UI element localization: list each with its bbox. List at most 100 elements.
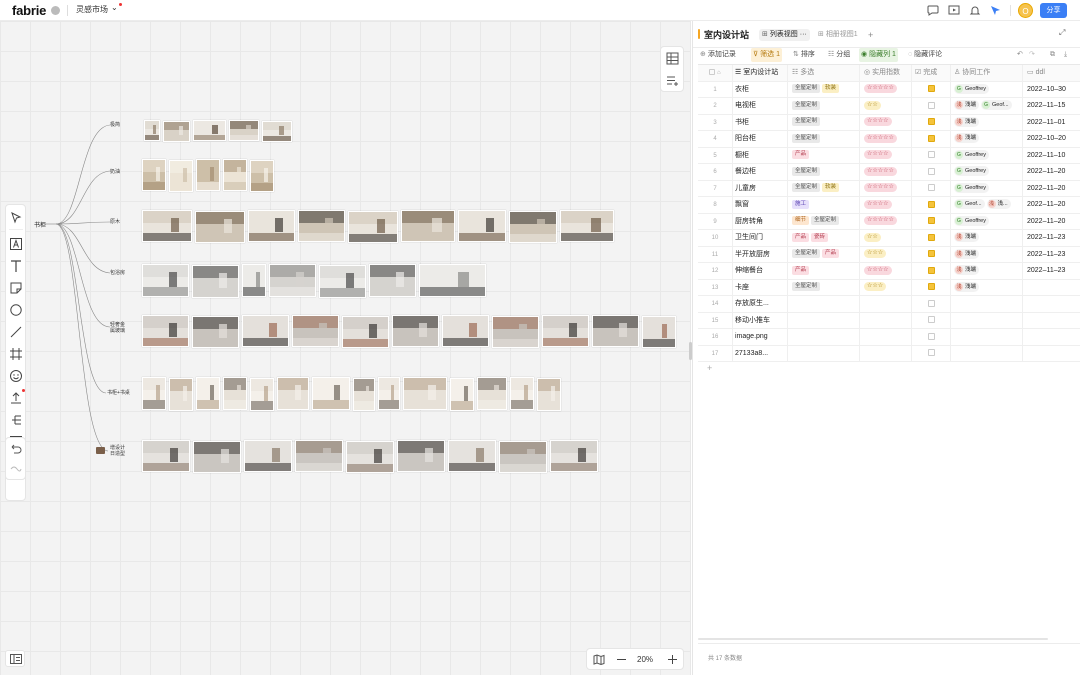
reference-image-thumbnail[interactable]: [378, 377, 400, 410]
reference-image-thumbnail[interactable]: [193, 441, 241, 473]
ddl-cell[interactable]: [1023, 346, 1080, 362]
rating-cell[interactable]: ☆☆☆☆☆: [860, 213, 912, 229]
collab-cell[interactable]: G Geoffrey: [951, 164, 1023, 180]
reference-image-thumbnail[interactable]: [277, 377, 309, 410]
reference-image-thumbnail[interactable]: [142, 159, 166, 191]
tags-cell[interactable]: 施工: [788, 197, 860, 213]
ddl-cell[interactable]: 2022–10–20: [1023, 131, 1080, 147]
group-button[interactable]: ☷ 分组: [826, 48, 852, 62]
done-checkbox[interactable]: [927, 332, 935, 340]
frame-icon[interactable]: [9, 347, 23, 361]
reference-image-thumbnail[interactable]: [392, 315, 439, 347]
sort-button[interactable]: ⇅ 排序: [791, 48, 817, 62]
done-checkbox[interactable]: [927, 283, 935, 291]
reference-image-thumbnail[interactable]: [229, 120, 259, 141]
record-name[interactable]: 伸缩餐台: [733, 263, 788, 279]
reference-image-thumbnail[interactable]: [242, 264, 266, 297]
reference-image-thumbnail[interactable]: [509, 211, 557, 243]
record-name[interactable]: 橱柜: [733, 147, 788, 163]
tags-cell[interactable]: 全屋定制 产品: [788, 246, 860, 262]
reference-image-thumbnail[interactable]: [477, 377, 507, 410]
ddl-cell[interactable]: 2022–11–20: [1023, 197, 1080, 213]
collab-cell[interactable]: 浅浅端: [951, 114, 1023, 130]
tags-cell[interactable]: [788, 312, 860, 328]
done-checkbox[interactable]: [927, 316, 935, 324]
col-header-rating[interactable]: ◎ 实用指数: [860, 65, 912, 81]
tags-cell[interactable]: [788, 296, 860, 312]
tags-cell[interactable]: 全屋定制: [788, 279, 860, 295]
rating-cell[interactable]: ☆☆☆☆: [860, 263, 912, 279]
line-icon[interactable]: [9, 325, 23, 339]
done-checkbox[interactable]: [927, 349, 935, 357]
reference-image-thumbnail[interactable]: [346, 441, 394, 473]
reference-image-thumbnail[interactable]: [292, 315, 339, 347]
bell-icon[interactable]: [969, 5, 981, 16]
rating-cell[interactable]: ☆☆☆☆: [860, 147, 912, 163]
table-row[interactable]: 3 书柜 全屋定制 ☆☆☆☆ 浅浅端 2022–11–01: [698, 114, 1080, 131]
add-view-button[interactable]: +: [865, 29, 876, 41]
ddl-cell[interactable]: [1023, 280, 1080, 296]
reference-image-thumbnail[interactable]: [250, 160, 274, 192]
reference-image-thumbnail[interactable]: [353, 378, 375, 411]
add-row-button[interactable]: +: [698, 362, 1080, 376]
expand-icon[interactable]: ⤢: [1059, 28, 1065, 38]
reference-image-thumbnail[interactable]: [169, 160, 193, 192]
reference-image-thumbnail[interactable]: [269, 264, 316, 297]
reference-image-thumbnail[interactable]: [592, 315, 639, 347]
cursor-share-icon[interactable]: [990, 5, 1002, 16]
reference-image-thumbnail[interactable]: [419, 264, 486, 297]
ddl-cell[interactable]: 2022–11–23: [1023, 230, 1080, 246]
reference-image-thumbnail[interactable]: [250, 378, 274, 411]
zoom-out-button[interactable]: [617, 659, 626, 660]
tags-cell[interactable]: 产品 瓷砖: [788, 230, 860, 246]
table-row[interactable]: 4 阳台柜 全屋定制 ☆☆☆☆☆ 浅浅端 2022–10–20: [698, 131, 1080, 148]
record-name[interactable]: 移动小推车: [733, 312, 788, 328]
chevron-down-icon[interactable]: ⌄: [111, 3, 118, 12]
reference-image-thumbnail[interactable]: [448, 440, 496, 472]
reference-image-thumbnail[interactable]: [537, 378, 561, 411]
download-icon[interactable]: ⤓: [1062, 48, 1069, 62]
circle-shape-icon[interactable]: [9, 303, 23, 317]
hidden-columns-button[interactable]: ◉ 隐藏列 1: [859, 48, 898, 62]
table-row[interactable]: 5 橱柜 产品 ☆☆☆☆ G Geoffrey 2022–11–10: [698, 147, 1080, 164]
done-checkbox[interactable]: [927, 233, 935, 241]
table-title[interactable]: 室内设计站: [704, 28, 749, 41]
record-name[interactable]: 卡座: [733, 279, 788, 295]
ddl-cell[interactable]: 2022–11–15: [1023, 98, 1080, 114]
mindmap-branch-label[interactable]: 轻奢金 属玻璃: [110, 322, 125, 334]
done-checkbox[interactable]: [927, 184, 935, 192]
reference-image-thumbnail[interactable]: [403, 377, 447, 410]
sticky-note-icon[interactable]: [9, 281, 23, 295]
upload-icon[interactable]: [9, 391, 23, 405]
done-checkbox[interactable]: [927, 217, 935, 225]
table-row[interactable]: 7 儿童房 全屋定制 软装 ☆☆☆☆☆ G Geoffrey 2022–11–20: [698, 180, 1080, 197]
rating-cell[interactable]: [860, 312, 912, 328]
ddl-cell[interactable]: 2022–10–30: [1023, 82, 1080, 98]
ddl-cell[interactable]: 2022–11–23: [1023, 247, 1080, 263]
done-checkbox[interactable]: [927, 118, 935, 126]
emoji-icon[interactable]: [9, 369, 23, 383]
zoom-in-button[interactable]: [667, 654, 678, 665]
reference-image-thumbnail[interactable]: [510, 377, 534, 410]
ddl-cell[interactable]: 2022–11–10: [1023, 148, 1080, 164]
ddl-cell[interactable]: [1023, 329, 1080, 345]
col-header-done[interactable]: ☑ 完成: [912, 65, 951, 81]
rating-cell[interactable]: ☆☆☆☆: [860, 197, 912, 213]
tags-cell[interactable]: 全屋定制: [788, 98, 860, 114]
done-checkbox[interactable]: [927, 250, 935, 258]
collab-cell[interactable]: G Geoffrey: [951, 180, 1023, 196]
rating-cell[interactable]: ☆☆☆☆☆: [860, 180, 912, 196]
reference-image-thumbnail[interactable]: [193, 120, 226, 141]
rating-cell[interactable]: ☆☆☆☆☆: [860, 164, 912, 180]
rating-cell[interactable]: [860, 296, 912, 312]
reference-image-thumbnail[interactable]: [397, 440, 445, 472]
tags-cell[interactable]: 细节 全屋定制: [788, 213, 860, 229]
table-row[interactable]: 6 餐边柜 全屋定制 ☆☆☆☆☆ G Geoffrey 2022–11–20: [698, 164, 1080, 181]
ddl-cell[interactable]: [1023, 296, 1080, 312]
done-checkbox[interactable]: [927, 101, 935, 109]
tags-cell[interactable]: 全屋定制 软装: [788, 180, 860, 196]
reference-image-thumbnail[interactable]: [192, 265, 239, 298]
share-button[interactable]: 分享: [1040, 3, 1067, 18]
record-name[interactable]: 27133a8...: [733, 345, 788, 361]
record-name[interactable]: 书柜: [733, 114, 788, 130]
